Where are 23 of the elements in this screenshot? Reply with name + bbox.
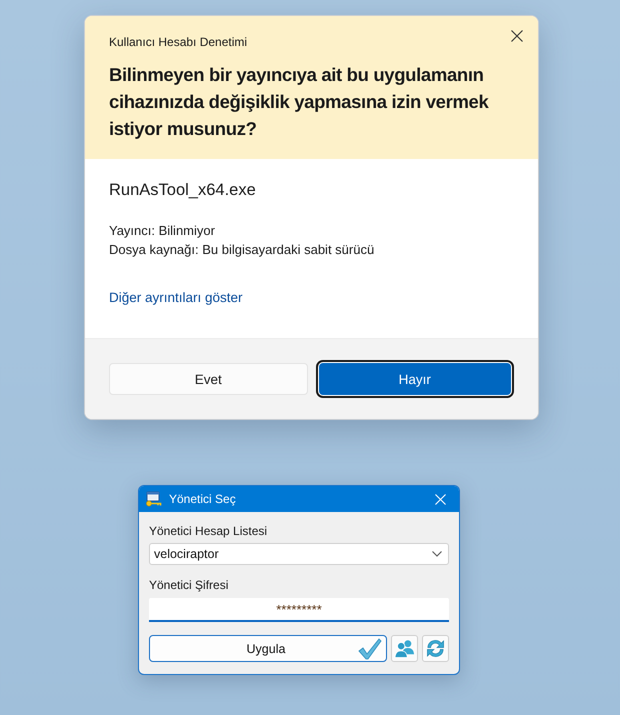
checkmark-icon [358, 638, 382, 660]
chevron-down-icon [432, 551, 442, 557]
program-name: RunAsTool_x64.exe [109, 180, 256, 201]
refresh-icon [425, 638, 446, 659]
primary-button[interactable]: Hayır [318, 363, 511, 395]
users-button[interactable] [391, 635, 418, 662]
account-dropdown[interactable]: velociraptor [149, 543, 449, 565]
key-window-icon [145, 491, 163, 507]
close-icon [511, 30, 523, 42]
secondary-button[interactable]: Evet [109, 363, 308, 395]
field-label: Yönetici Hesap Listesi [149, 524, 268, 539]
more-details-link[interactable]: Diğer ayrıntıları göster [109, 288, 243, 308]
window-title: Yönetici Seç [169, 491, 236, 507]
detail-line: Dosya kaynağı: Bu bilgisayardaki sabit sürücü [109, 241, 374, 259]
refresh-button[interactable] [422, 635, 449, 662]
field-label: Yönetici Şifresi [149, 578, 228, 593]
users-icon [394, 638, 415, 659]
dialog-question: Bilinmeyen bir yayıncıya ait bu uygulamanın cihazınızda değişiklik yapmasına izin vermek istiyor musunuz? [109, 63, 490, 141]
password-field[interactable]: ********* [149, 598, 449, 622]
detail-line: Yayıncı: Bilinmiyor [109, 222, 215, 240]
close-icon [434, 494, 446, 504]
dialog-caption: Kullanıcı Hesabı Denetimi [109, 34, 248, 51]
apply-button[interactable]: Uygula [149, 635, 387, 662]
